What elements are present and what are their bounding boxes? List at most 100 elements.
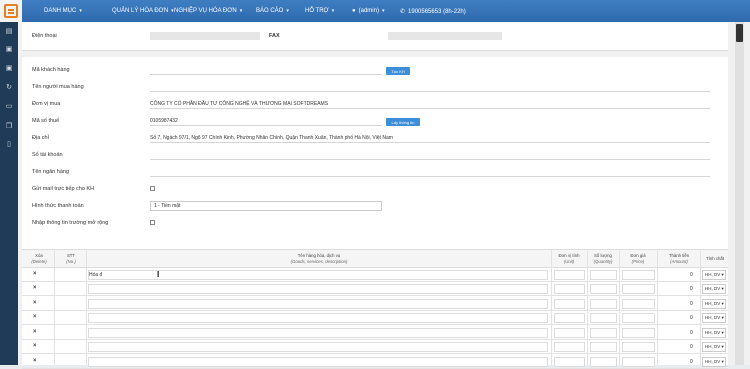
bank-name-input[interactable]	[150, 169, 710, 177]
caret-down-icon: ▾	[721, 359, 724, 364]
items-table-header: Xóa (Delete) STT (No.) Tên hàng hóa, dịch …	[22, 249, 728, 268]
send-mail-checkbox[interactable]	[150, 186, 155, 191]
nav-danh-muc[interactable]: DANH MỤC ▾	[44, 8, 82, 14]
price-input[interactable]	[622, 284, 655, 294]
price-input[interactable]	[622, 328, 655, 338]
delete-row-icon[interactable]: ×	[33, 314, 37, 320]
nav-nghiep-vu-hoa-don[interactable]: NGHIỆP VỤ HÓA ĐƠN ▾	[174, 8, 242, 14]
unit-input[interactable]	[554, 313, 585, 323]
sidebar-save-all-icon[interactable]: ▣	[5, 65, 13, 73]
nature-select[interactable]: HH, DV ▾	[702, 284, 726, 294]
scrollbar-thumb[interactable]	[736, 24, 743, 42]
th-nature: Tính chất	[706, 256, 724, 261]
price-input[interactable]	[622, 342, 655, 352]
caret-down-icon: ▾	[721, 301, 724, 306]
quantity-input[interactable]	[590, 328, 617, 338]
price-input[interactable]	[622, 299, 655, 309]
create-customer-button[interactable]: Tạo KH	[386, 67, 410, 75]
payment-method-select[interactable]: 1 - Tiền mặt	[150, 201, 382, 211]
price-input[interactable]	[622, 313, 655, 323]
goods-input[interactable]	[88, 284, 548, 294]
goods-input[interactable]	[88, 299, 548, 309]
sidebar-save-icon[interactable]: ▣	[5, 46, 13, 54]
address-label: Địa chỉ	[32, 135, 49, 141]
delete-row-icon[interactable]: ×	[33, 285, 37, 291]
top-navbar: DANH MỤC ▾ QUẢN LÝ HÓA ĐƠN ▾ NGHIỆP VỤ HÓA…	[0, 0, 750, 22]
nav-quan-ly-hoa-don[interactable]: QUẢN LÝ HÓA ĐƠN ▾	[112, 8, 174, 14]
delete-row-icon[interactable]: ×	[33, 271, 37, 277]
goods-input[interactable]	[88, 357, 548, 367]
nav-ho-tro[interactable]: HỖ TRỢ ▾	[305, 8, 334, 14]
table-row: × 0 HH, DV ▾	[22, 311, 728, 325]
address-input[interactable]: Số 7, Ngách 97/1, Ngõ 97 Chính Kinh, Phư…	[150, 135, 710, 143]
col-divider	[657, 249, 658, 365]
quantity-input[interactable]	[590, 299, 617, 309]
phone-icon: ✆	[400, 9, 406, 15]
price-input[interactable]	[622, 270, 655, 280]
th-quantity-en: (Quantity)	[593, 258, 613, 264]
nav-hotline[interactable]: ✆ 1900565653 (8h-22h)	[400, 8, 466, 16]
buyer-name-label: Tên người mua hàng	[32, 84, 84, 90]
nature-select[interactable]: HH, DV ▾	[702, 270, 726, 280]
unit-input[interactable]	[554, 284, 585, 294]
nature-select[interactable]: HH, DV ▾	[702, 357, 726, 367]
amount-value: 0	[690, 344, 693, 350]
th-unit: Đơn vị tính	[558, 253, 580, 258]
unit-input[interactable]	[554, 270, 585, 280]
amount-value: 0	[690, 301, 693, 307]
invoice-icon	[4, 4, 18, 18]
goods-input[interactable]	[88, 328, 548, 338]
price-input[interactable]	[622, 357, 655, 367]
delete-row-icon[interactable]: ×	[33, 329, 37, 335]
unit-input[interactable]	[554, 328, 585, 338]
table-row: × 0 HH, DV ▾	[22, 340, 728, 354]
fax-input[interactable]	[388, 32, 502, 40]
delete-row-icon[interactable]: ×	[33, 343, 37, 349]
unit-input[interactable]	[554, 299, 585, 309]
page-scrollbar[interactable]	[735, 22, 744, 365]
caret-down-icon: ▾	[721, 344, 724, 349]
quantity-input[interactable]	[590, 357, 617, 367]
nature-value: HH, DV	[705, 315, 721, 320]
sidebar-file-icon[interactable]: ▭	[5, 103, 13, 111]
goods-input[interactable]	[88, 313, 548, 323]
customer-code-input[interactable]	[150, 67, 382, 75]
nav-bao-cao[interactable]: BÁO CÁO ▾	[256, 8, 289, 14]
quantity-input[interactable]	[590, 284, 617, 294]
sidebar-copy-icon[interactable]: ❐	[5, 123, 13, 131]
nature-select[interactable]: HH, DV ▾	[702, 299, 726, 309]
unit-input[interactable]	[554, 357, 585, 367]
tax-code-input[interactable]: 0105987432	[150, 118, 382, 126]
unit-input[interactable]	[554, 342, 585, 352]
nature-select[interactable]: HH, DV ▾	[702, 313, 726, 323]
nav-user[interactable]: ● (admin) ▾	[352, 8, 384, 14]
nav-label: DANH MỤC	[44, 8, 77, 14]
table-row: × 0 HH, DV ▾	[22, 282, 728, 296]
quantity-input[interactable]	[590, 342, 617, 352]
nature-select[interactable]: HH, DV ▾	[702, 328, 726, 338]
delete-row-icon[interactable]: ×	[33, 300, 37, 306]
sidebar-refresh-icon[interactable]: ↻	[5, 84, 13, 92]
goods-input[interactable]	[88, 342, 548, 352]
user-name: (admin)	[358, 8, 379, 14]
buyer-unit-input[interactable]: CÔNG TY CỔ PHẦN ĐẦU TƯ CÔNG NGHỆ VÀ THƯƠ…	[150, 101, 710, 109]
sidebar-doc-icon[interactable]: ▤	[5, 28, 13, 36]
sidebar-page-icon[interactable]: ▯	[5, 141, 13, 149]
phone-input[interactable]	[150, 32, 260, 40]
caret-down-icon: ▾	[721, 272, 724, 277]
nature-select[interactable]: HH, DV ▾	[702, 342, 726, 352]
th-amount: Thành tiền	[668, 253, 690, 258]
extended-fields-checkbox[interactable]	[150, 220, 155, 225]
bank-account-input[interactable]	[150, 152, 710, 160]
quantity-input[interactable]	[590, 270, 617, 280]
fetch-info-button[interactable]: Lấy thông tin	[386, 118, 420, 126]
bank-name-label: Tên ngân hàng	[32, 169, 70, 175]
extended-fields-label: Nhập thông tin trường mở rộng	[32, 220, 109, 226]
table-row: × 0 HH, DV ▾	[22, 326, 728, 340]
delete-row-icon[interactable]: ×	[33, 358, 37, 364]
quantity-input[interactable]	[590, 313, 617, 323]
nav-label: NGHIỆP VỤ HÓA ĐƠN	[174, 8, 237, 14]
buyer-name-input[interactable]	[150, 84, 710, 92]
tax-code-label: Mã số thuế	[32, 118, 60, 124]
app-logo[interactable]	[0, 0, 22, 22]
